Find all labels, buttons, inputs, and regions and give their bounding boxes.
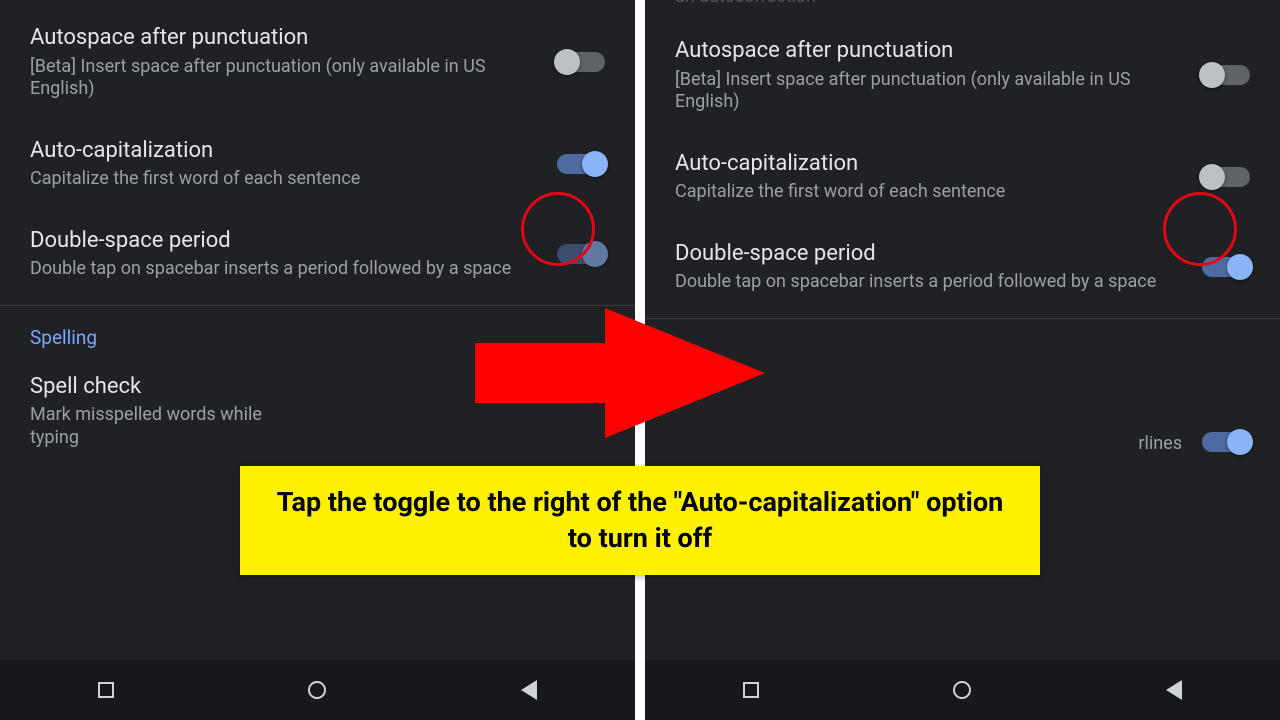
setting-autocapitalization[interactable]: Auto-capitalization Capitalize the first… [0, 119, 635, 209]
nav-recent-icon[interactable] [740, 679, 762, 701]
setting-autospace[interactable]: Autospace after punctuation [Beta] Inser… [645, 19, 1280, 132]
setting-subtitle: Mark misspelled words while typing [30, 404, 270, 449]
clipped-previous-row: an autocorrection [645, 0, 1280, 13]
setting-text: Auto-capitalization Capitalize the first… [30, 137, 557, 191]
setting-double-space-period[interactable]: Double-space period Double tap on spaceb… [645, 222, 1280, 312]
before-panel: Autospace after punctuation [Beta] Inser… [0, 0, 635, 720]
spelling-section-header: Spelling [0, 316, 635, 355]
autospace-toggle[interactable] [557, 52, 605, 72]
panel-divider [635, 0, 645, 720]
setting-text: Auto-capitalization Capitalize the first… [675, 150, 1202, 204]
autocapitalization-toggle[interactable] [557, 154, 605, 174]
setting-text: Double-space period Double tap on spaceb… [675, 240, 1202, 294]
nav-home-icon[interactable] [951, 679, 973, 701]
setting-double-space-period[interactable]: Double-space period Double tap on spaceb… [0, 209, 635, 299]
setting-autocapitalization[interactable]: Auto-capitalization Capitalize the first… [645, 132, 1280, 222]
setting-subtitle: Double tap on spacebar inserts a period … [675, 271, 1182, 294]
setting-subtitle: [Beta] Insert space after punctuation (o… [675, 69, 1182, 114]
nav-back-icon[interactable] [1163, 679, 1185, 701]
setting-title: Auto-capitalization [30, 137, 537, 165]
setting-subtitle: [Beta] Insert space after punctuation (o… [30, 56, 537, 101]
setting-title: Autospace after punctuation [675, 37, 1182, 65]
section-divider [645, 318, 1280, 319]
double-space-toggle[interactable] [557, 244, 605, 264]
setting-text: Autospace after punctuation [Beta] Inser… [30, 24, 557, 101]
tutorial-composite: Autospace after punctuation [Beta] Inser… [0, 0, 1280, 720]
double-space-toggle[interactable] [1202, 257, 1250, 277]
section-divider [0, 305, 635, 306]
instruction-callout: Tap the toggle to the right of the "Auto… [240, 466, 1040, 575]
autospace-toggle[interactable] [1202, 65, 1250, 85]
setting-autospace[interactable]: Autospace after punctuation [Beta] Inser… [0, 6, 635, 119]
nav-back-icon[interactable] [518, 679, 540, 701]
setting-subtitle: Capitalize the first word of each senten… [30, 168, 537, 191]
spell-check-toggle[interactable] [1202, 432, 1250, 452]
after-panel: an autocorrection Autospace after punctu… [645, 0, 1280, 720]
setting-text: Spell check Mark misspelled words while … [30, 373, 605, 450]
setting-text: rlines [675, 429, 1202, 456]
android-nav-bar [0, 660, 635, 720]
setting-title: Autospace after punctuation [30, 24, 537, 52]
settings-list: Autospace after punctuation [Beta] Inser… [0, 0, 635, 519]
setting-title: Double-space period [675, 240, 1182, 268]
setting-subtitle-tail: rlines [675, 433, 1182, 456]
setting-subtitle: Capitalize the first word of each senten… [675, 181, 1182, 204]
setting-title: Double-space period [30, 227, 537, 255]
settings-list: Autospace after punctuation [Beta] Inser… [645, 13, 1280, 515]
setting-subtitle: Double tap on spacebar inserts a period … [30, 258, 537, 281]
nav-recent-icon[interactable] [95, 679, 117, 701]
setting-text: Autospace after punctuation [Beta] Inser… [675, 37, 1202, 114]
nav-home-icon[interactable] [306, 679, 328, 701]
autocapitalization-toggle[interactable] [1202, 167, 1250, 187]
setting-title: Auto-capitalization [675, 150, 1182, 178]
setting-text: Double-space period Double tap on spaceb… [30, 227, 557, 281]
setting-title: Spell check [30, 373, 585, 401]
android-nav-bar [645, 660, 1280, 720]
